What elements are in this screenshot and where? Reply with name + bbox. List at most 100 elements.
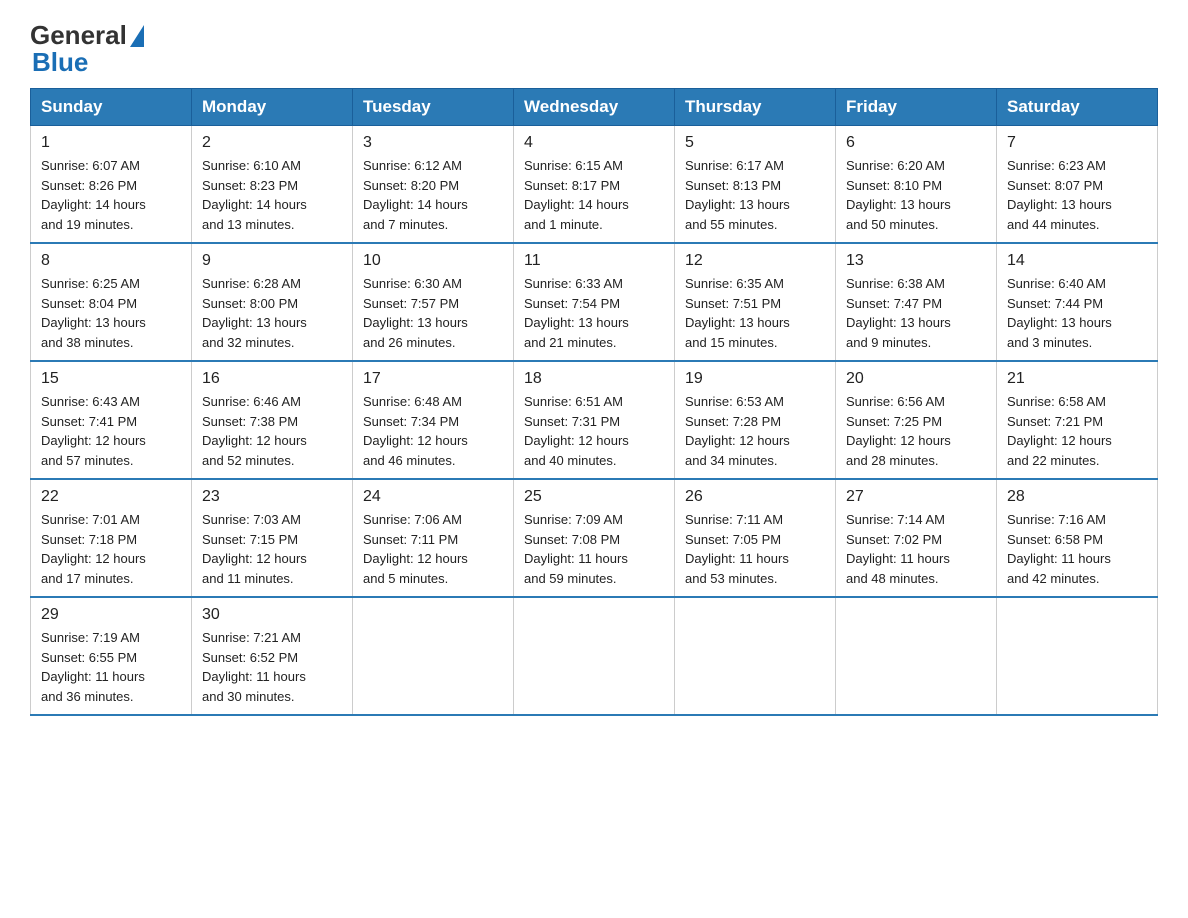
weekday-header-sunday: Sunday (31, 89, 192, 126)
calendar-cell: 9 Sunrise: 6:28 AM Sunset: 8:00 PM Dayli… (192, 243, 353, 361)
calendar-cell: 22 Sunrise: 7:01 AM Sunset: 7:18 PM Dayl… (31, 479, 192, 597)
calendar-cell (675, 597, 836, 715)
calendar-cell: 27 Sunrise: 7:14 AM Sunset: 7:02 PM Dayl… (836, 479, 997, 597)
weekday-header-tuesday: Tuesday (353, 89, 514, 126)
calendar-week-row: 22 Sunrise: 7:01 AM Sunset: 7:18 PM Dayl… (31, 479, 1158, 597)
calendar-cell: 5 Sunrise: 6:17 AM Sunset: 8:13 PM Dayli… (675, 126, 836, 244)
day-info: Sunrise: 6:48 AM Sunset: 7:34 PM Dayligh… (363, 392, 503, 470)
day-info: Sunrise: 7:09 AM Sunset: 7:08 PM Dayligh… (524, 510, 664, 588)
logo: General Blue (30, 20, 145, 78)
day-number: 1 (41, 134, 181, 152)
day-number: 10 (363, 252, 503, 270)
day-info: Sunrise: 6:46 AM Sunset: 7:38 PM Dayligh… (202, 392, 342, 470)
calendar-week-row: 29 Sunrise: 7:19 AM Sunset: 6:55 PM Dayl… (31, 597, 1158, 715)
calendar-cell: 23 Sunrise: 7:03 AM Sunset: 7:15 PM Dayl… (192, 479, 353, 597)
day-number: 29 (41, 606, 181, 624)
calendar-cell (836, 597, 997, 715)
day-number: 12 (685, 252, 825, 270)
day-info: Sunrise: 6:28 AM Sunset: 8:00 PM Dayligh… (202, 274, 342, 352)
day-info: Sunrise: 7:16 AM Sunset: 6:58 PM Dayligh… (1007, 510, 1147, 588)
day-number: 15 (41, 370, 181, 388)
day-number: 14 (1007, 252, 1147, 270)
day-number: 25 (524, 488, 664, 506)
calendar-cell: 30 Sunrise: 7:21 AM Sunset: 6:52 PM Dayl… (192, 597, 353, 715)
calendar-cell (353, 597, 514, 715)
day-info: Sunrise: 7:11 AM Sunset: 7:05 PM Dayligh… (685, 510, 825, 588)
calendar-cell: 17 Sunrise: 6:48 AM Sunset: 7:34 PM Dayl… (353, 361, 514, 479)
weekday-header-row: SundayMondayTuesdayWednesdayThursdayFrid… (31, 89, 1158, 126)
weekday-header-thursday: Thursday (675, 89, 836, 126)
day-number: 16 (202, 370, 342, 388)
day-info: Sunrise: 6:25 AM Sunset: 8:04 PM Dayligh… (41, 274, 181, 352)
day-info: Sunrise: 7:03 AM Sunset: 7:15 PM Dayligh… (202, 510, 342, 588)
day-info: Sunrise: 6:58 AM Sunset: 7:21 PM Dayligh… (1007, 392, 1147, 470)
day-info: Sunrise: 6:20 AM Sunset: 8:10 PM Dayligh… (846, 156, 986, 234)
weekday-header-monday: Monday (192, 89, 353, 126)
calendar-cell: 8 Sunrise: 6:25 AM Sunset: 8:04 PM Dayli… (31, 243, 192, 361)
calendar-week-row: 15 Sunrise: 6:43 AM Sunset: 7:41 PM Dayl… (31, 361, 1158, 479)
page-header: General Blue (30, 20, 1158, 78)
calendar-cell (514, 597, 675, 715)
calendar-cell: 7 Sunrise: 6:23 AM Sunset: 8:07 PM Dayli… (997, 126, 1158, 244)
day-number: 13 (846, 252, 986, 270)
day-number: 3 (363, 134, 503, 152)
day-info: Sunrise: 6:40 AM Sunset: 7:44 PM Dayligh… (1007, 274, 1147, 352)
day-number: 27 (846, 488, 986, 506)
calendar-cell: 12 Sunrise: 6:35 AM Sunset: 7:51 PM Dayl… (675, 243, 836, 361)
day-number: 20 (846, 370, 986, 388)
day-info: Sunrise: 6:43 AM Sunset: 7:41 PM Dayligh… (41, 392, 181, 470)
day-number: 26 (685, 488, 825, 506)
day-info: Sunrise: 7:19 AM Sunset: 6:55 PM Dayligh… (41, 628, 181, 706)
day-info: Sunrise: 7:14 AM Sunset: 7:02 PM Dayligh… (846, 510, 986, 588)
calendar-cell: 6 Sunrise: 6:20 AM Sunset: 8:10 PM Dayli… (836, 126, 997, 244)
day-number: 11 (524, 252, 664, 270)
day-info: Sunrise: 6:10 AM Sunset: 8:23 PM Dayligh… (202, 156, 342, 234)
day-number: 17 (363, 370, 503, 388)
day-number: 23 (202, 488, 342, 506)
day-number: 6 (846, 134, 986, 152)
day-number: 2 (202, 134, 342, 152)
day-info: Sunrise: 6:07 AM Sunset: 8:26 PM Dayligh… (41, 156, 181, 234)
logo-blue-text: Blue (32, 47, 88, 77)
calendar-cell: 11 Sunrise: 6:33 AM Sunset: 7:54 PM Dayl… (514, 243, 675, 361)
calendar-cell: 28 Sunrise: 7:16 AM Sunset: 6:58 PM Dayl… (997, 479, 1158, 597)
day-number: 30 (202, 606, 342, 624)
logo-triangle-icon (130, 25, 144, 47)
day-number: 9 (202, 252, 342, 270)
calendar-cell: 14 Sunrise: 6:40 AM Sunset: 7:44 PM Dayl… (997, 243, 1158, 361)
calendar-cell: 24 Sunrise: 7:06 AM Sunset: 7:11 PM Dayl… (353, 479, 514, 597)
calendar-cell: 16 Sunrise: 6:46 AM Sunset: 7:38 PM Dayl… (192, 361, 353, 479)
calendar-cell: 10 Sunrise: 6:30 AM Sunset: 7:57 PM Dayl… (353, 243, 514, 361)
day-number: 4 (524, 134, 664, 152)
day-number: 22 (41, 488, 181, 506)
day-info: Sunrise: 6:51 AM Sunset: 7:31 PM Dayligh… (524, 392, 664, 470)
day-info: Sunrise: 6:33 AM Sunset: 7:54 PM Dayligh… (524, 274, 664, 352)
day-number: 24 (363, 488, 503, 506)
day-info: Sunrise: 6:23 AM Sunset: 8:07 PM Dayligh… (1007, 156, 1147, 234)
day-info: Sunrise: 6:30 AM Sunset: 7:57 PM Dayligh… (363, 274, 503, 352)
calendar-cell: 1 Sunrise: 6:07 AM Sunset: 8:26 PM Dayli… (31, 126, 192, 244)
calendar-cell: 18 Sunrise: 6:51 AM Sunset: 7:31 PM Dayl… (514, 361, 675, 479)
day-info: Sunrise: 6:38 AM Sunset: 7:47 PM Dayligh… (846, 274, 986, 352)
day-info: Sunrise: 7:21 AM Sunset: 6:52 PM Dayligh… (202, 628, 342, 706)
day-number: 28 (1007, 488, 1147, 506)
calendar-cell: 21 Sunrise: 6:58 AM Sunset: 7:21 PM Dayl… (997, 361, 1158, 479)
calendar-cell: 20 Sunrise: 6:56 AM Sunset: 7:25 PM Dayl… (836, 361, 997, 479)
day-number: 8 (41, 252, 181, 270)
calendar-table: SundayMondayTuesdayWednesdayThursdayFrid… (30, 88, 1158, 716)
calendar-cell: 4 Sunrise: 6:15 AM Sunset: 8:17 PM Dayli… (514, 126, 675, 244)
calendar-cell: 25 Sunrise: 7:09 AM Sunset: 7:08 PM Dayl… (514, 479, 675, 597)
calendar-cell: 3 Sunrise: 6:12 AM Sunset: 8:20 PM Dayli… (353, 126, 514, 244)
calendar-cell: 26 Sunrise: 7:11 AM Sunset: 7:05 PM Dayl… (675, 479, 836, 597)
day-info: Sunrise: 6:53 AM Sunset: 7:28 PM Dayligh… (685, 392, 825, 470)
day-info: Sunrise: 6:12 AM Sunset: 8:20 PM Dayligh… (363, 156, 503, 234)
day-number: 18 (524, 370, 664, 388)
calendar-cell: 15 Sunrise: 6:43 AM Sunset: 7:41 PM Dayl… (31, 361, 192, 479)
calendar-week-row: 8 Sunrise: 6:25 AM Sunset: 8:04 PM Dayli… (31, 243, 1158, 361)
day-number: 7 (1007, 134, 1147, 152)
calendar-cell: 13 Sunrise: 6:38 AM Sunset: 7:47 PM Dayl… (836, 243, 997, 361)
calendar-cell (997, 597, 1158, 715)
day-info: Sunrise: 7:06 AM Sunset: 7:11 PM Dayligh… (363, 510, 503, 588)
day-number: 5 (685, 134, 825, 152)
day-number: 21 (1007, 370, 1147, 388)
